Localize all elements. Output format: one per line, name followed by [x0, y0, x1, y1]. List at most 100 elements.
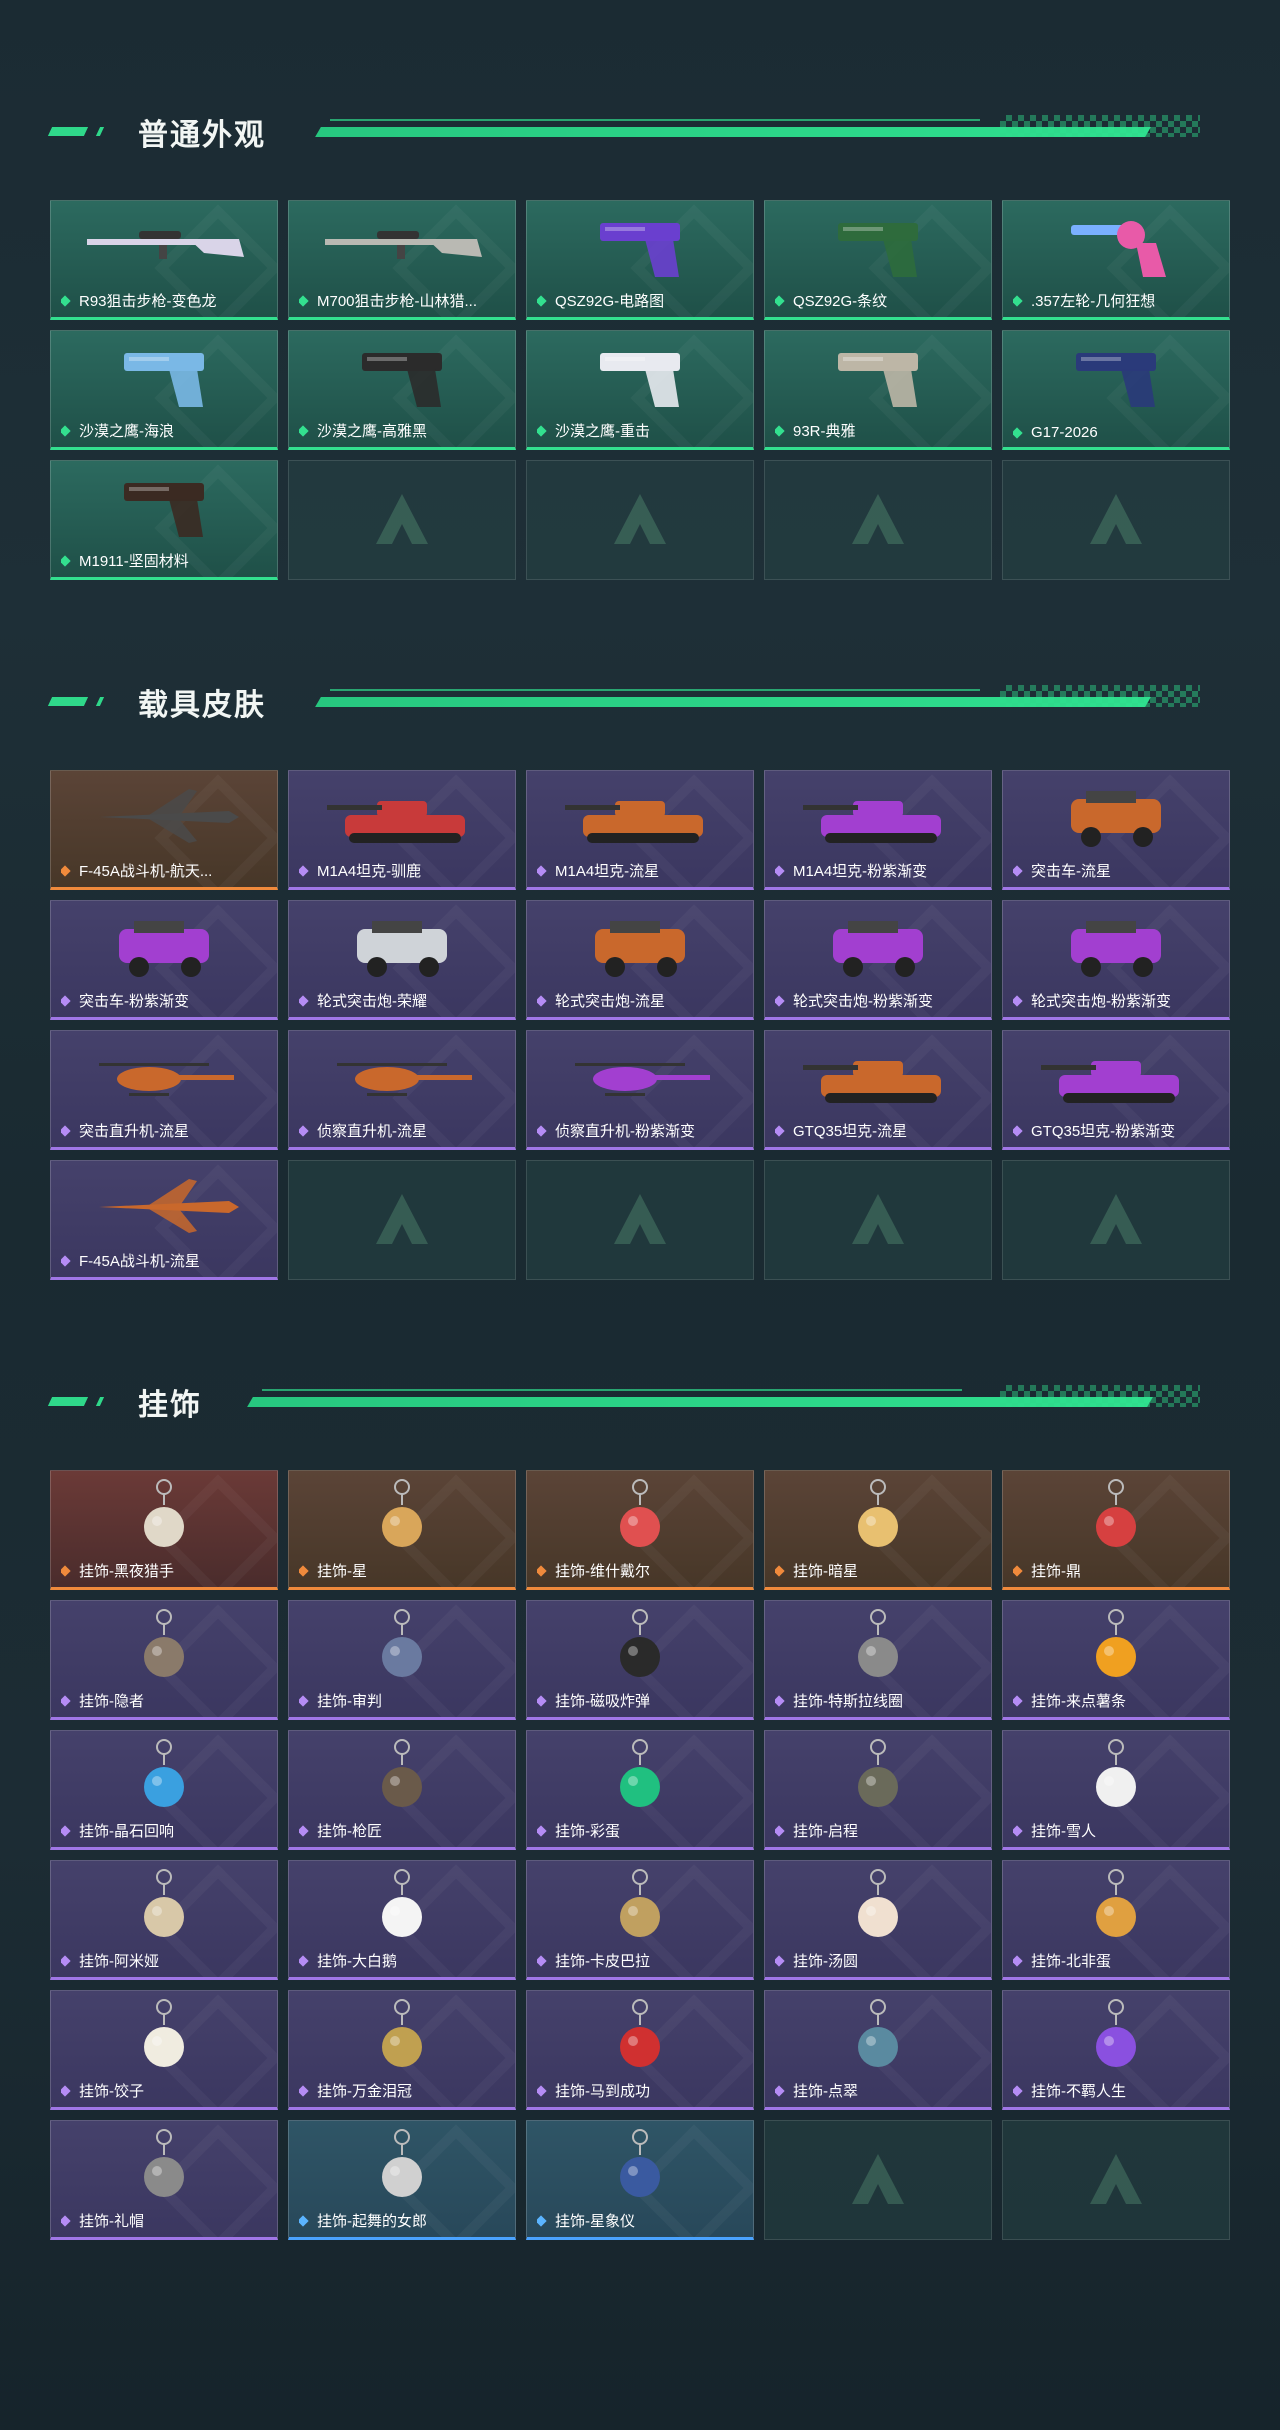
header-accent [95, 1397, 105, 1406]
card-label: 挂饰-隐者 [61, 1690, 271, 1711]
skin-card[interactable]: 挂饰-隐者 [50, 1600, 278, 1720]
skin-card[interactable]: M1A4坦克-驯鹿 [288, 770, 516, 890]
rarity-diamond-icon [61, 1564, 71, 1577]
skin-card[interactable]: 挂饰-来点薯条 [1002, 1600, 1230, 1720]
skin-card[interactable]: 挂饰-雪人 [1002, 1730, 1230, 1850]
skin-card[interactable]: 93R-典雅 [764, 330, 992, 450]
charm-icon [1003, 1861, 1229, 1949]
skin-card[interactable]: G17-2026 [1002, 330, 1230, 450]
rarity-diamond-icon [537, 1564, 547, 1577]
skin-name: 挂饰-饺子 [79, 2083, 144, 2100]
pistol-icon [51, 461, 277, 549]
skin-card[interactable]: 突击直升机-流星 [50, 1030, 278, 1150]
rarity-diamond-icon [299, 1124, 309, 1137]
empty-slot [526, 460, 754, 580]
skin-card[interactable]: M1911-坚固材料 [50, 460, 278, 580]
skin-card[interactable]: 突击车-粉紫渐变 [50, 900, 278, 1020]
card-label: R93狙击步枪-变色龙 [61, 290, 271, 311]
skin-card[interactable]: 挂饰-星 [288, 1470, 516, 1590]
pistol-icon [527, 331, 753, 419]
card-label: 挂饰-黑夜猎手 [61, 1560, 271, 1581]
section-title: 载具皮肤 [138, 689, 266, 722]
skin-card[interactable]: 挂饰-不羁人生 [1002, 1990, 1230, 2110]
rarity-diamond-icon [61, 1824, 71, 1837]
skin-name: 挂饰-大白鹅 [317, 1953, 397, 1970]
jet-icon [51, 1161, 277, 1249]
header-accent [95, 127, 105, 136]
skin-card[interactable]: M700狙击步枪-山林猎... [288, 200, 516, 320]
assault-vehicle-icon [1003, 901, 1229, 989]
skin-card[interactable]: 挂饰-汤圆 [764, 1860, 992, 1980]
skin-name: 挂饰-起舞的女郎 [317, 2213, 427, 2230]
skin-card[interactable]: 挂饰-点翠 [764, 1990, 992, 2110]
rarity-diamond-icon [299, 1564, 309, 1577]
section-header: 挂饰 [0, 1370, 1280, 1430]
card-label: 挂饰-维什戴尔 [537, 1560, 747, 1581]
skin-name: 侦察直升机-粉紫渐变 [555, 1123, 695, 1140]
skin-card[interactable]: QSZ92G-电路图 [526, 200, 754, 320]
skin-card[interactable]: 挂饰-磁吸炸弹 [526, 1600, 754, 1720]
skin-card[interactable]: M1A4坦克-粉紫渐变 [764, 770, 992, 890]
skin-card[interactable]: 沙漠之鹰-海浪 [50, 330, 278, 450]
rarity-diamond-icon [61, 294, 71, 307]
empty-slot [1002, 460, 1230, 580]
skin-card[interactable]: 挂饰-星象仪 [526, 2120, 754, 2240]
skin-card[interactable]: 挂饰-礼帽 [50, 2120, 278, 2240]
skin-card[interactable]: 挂饰-阿米娅 [50, 1860, 278, 1980]
rarity-diamond-icon [1013, 1564, 1023, 1577]
skin-card[interactable]: 沙漠之鹰-高雅黑 [288, 330, 516, 450]
skin-card[interactable]: 轮式突击炮-荣耀 [288, 900, 516, 1020]
skin-name: 挂饰-阿米娅 [79, 1953, 159, 1970]
skin-card[interactable]: 挂饰-启程 [764, 1730, 992, 1850]
rarity-diamond-icon [537, 864, 547, 877]
skin-card[interactable]: 轮式突击炮-粉紫渐变 [1002, 900, 1230, 1020]
card-label: 挂饰-不羁人生 [1013, 2080, 1223, 2101]
skin-card[interactable]: 挂饰-暗星 [764, 1470, 992, 1590]
skin-card[interactable]: 挂饰-马到成功 [526, 1990, 754, 2110]
charm-icon [527, 1731, 753, 1819]
skin-card[interactable]: 挂饰-起舞的女郎 [288, 2120, 516, 2240]
skin-card[interactable]: 挂饰-大白鹅 [288, 1860, 516, 1980]
skin-card[interactable]: 侦察直升机-流星 [288, 1030, 516, 1150]
skin-card[interactable]: 突击车-流星 [1002, 770, 1230, 890]
charm-icon [289, 1731, 515, 1819]
skin-card[interactable]: QSZ92G-条纹 [764, 200, 992, 320]
skin-card[interactable]: 挂饰-万金泪冠 [288, 1990, 516, 2110]
skin-card[interactable]: 挂饰-枪匠 [288, 1730, 516, 1850]
rarity-diamond-icon [775, 1564, 785, 1577]
skin-card[interactable]: 挂饰-黑夜猎手 [50, 1470, 278, 1590]
skin-card[interactable]: 挂饰-维什戴尔 [526, 1470, 754, 1590]
skin-card[interactable]: R93狙击步枪-变色龙 [50, 200, 278, 320]
skin-card[interactable]: 挂饰-审判 [288, 1600, 516, 1720]
skin-card[interactable]: 沙漠之鹰-重击 [526, 330, 754, 450]
skin-card[interactable]: F-45A战斗机-航天... [50, 770, 278, 890]
skin-card[interactable]: 挂饰-晶石回响 [50, 1730, 278, 1850]
skin-card[interactable]: 挂饰-北非蛋 [1002, 1860, 1230, 1980]
skin-card[interactable]: 挂饰-特斯拉线圈 [764, 1600, 992, 1720]
card-label: 沙漠之鹰-海浪 [61, 420, 271, 441]
rarity-diamond-icon [537, 424, 547, 437]
skin-card[interactable]: GTQ35坦克-粉紫渐变 [1002, 1030, 1230, 1150]
skin-card[interactable]: 轮式突击炮-流星 [526, 900, 754, 1020]
card-label: 挂饰-大白鹅 [299, 1950, 509, 1971]
header-line [330, 119, 980, 121]
skin-card[interactable]: M1A4坦克-流星 [526, 770, 754, 890]
skin-card[interactable]: 挂饰-鼎 [1002, 1470, 1230, 1590]
skin-name: 挂饰-万金泪冠 [317, 2083, 412, 2100]
rarity-diamond-icon [537, 994, 547, 1007]
helicopter-icon [51, 1031, 277, 1119]
skin-card[interactable]: 轮式突击炮-粉紫渐变 [764, 900, 992, 1020]
skin-card[interactable]: F-45A战斗机-流星 [50, 1160, 278, 1280]
placeholder-logo-icon [852, 494, 904, 544]
skin-card[interactable]: .357左轮-几何狂想 [1002, 200, 1230, 320]
placeholder-logo-icon [1090, 2154, 1142, 2204]
skin-name: GTQ35坦克-流星 [793, 1123, 908, 1140]
skin-name: 轮式突击炮-流星 [555, 993, 665, 1010]
skin-card[interactable]: 挂饰-卡皮巴拉 [526, 1860, 754, 1980]
skin-card[interactable]: 侦察直升机-粉紫渐变 [526, 1030, 754, 1150]
skin-card[interactable]: 挂饰-彩蛋 [526, 1730, 754, 1850]
skin-card[interactable]: 挂饰-饺子 [50, 1990, 278, 2110]
skin-card[interactable]: GTQ35坦克-流星 [764, 1030, 992, 1150]
skin-name: 沙漠之鹰-重击 [555, 423, 650, 440]
revolver-icon [1003, 201, 1229, 289]
